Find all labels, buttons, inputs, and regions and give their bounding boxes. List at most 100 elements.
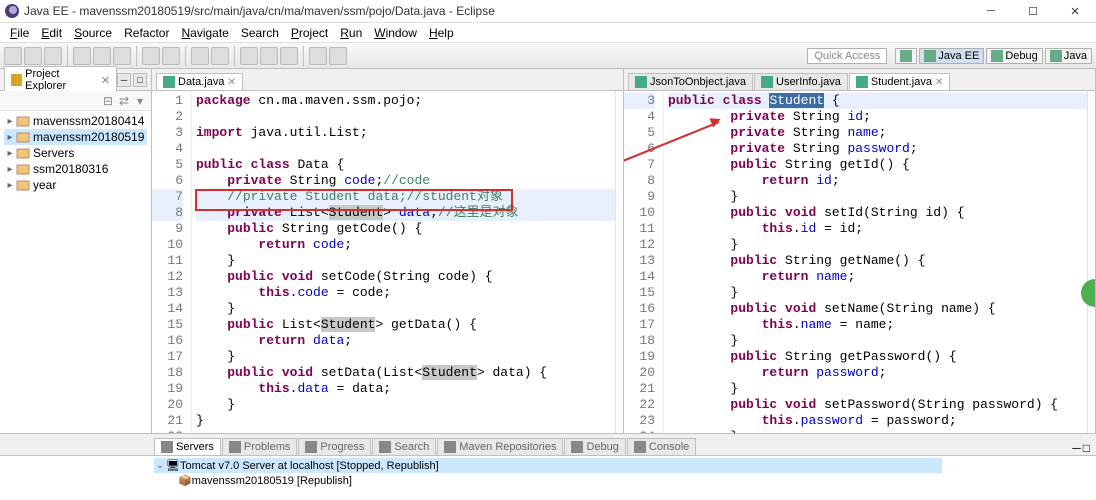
- code-line[interactable]: this.id = id;: [668, 221, 1095, 237]
- menu-navigate[interactable]: Navigate: [175, 26, 234, 40]
- toggle-mark-button[interactable]: [240, 47, 258, 65]
- code-line[interactable]: }: [196, 301, 623, 317]
- maximize-button[interactable]: ☐: [1016, 1, 1050, 21]
- project-item-ssm20180316[interactable]: ▸ssm20180316: [4, 161, 147, 177]
- code-line[interactable]: }: [196, 349, 623, 365]
- open-perspective-button[interactable]: [895, 48, 917, 64]
- code-line[interactable]: return password;: [668, 365, 1095, 381]
- minimize-panel-button[interactable]: ─: [1072, 441, 1081, 455]
- code-line[interactable]: public class Student {: [668, 93, 1095, 109]
- bottom-tab-maven-repositories[interactable]: Maven Repositories: [437, 438, 563, 455]
- maximize-panel-button[interactable]: □: [1083, 441, 1090, 455]
- editor-tab-student-java[interactable]: Student.java✕: [849, 73, 951, 90]
- expand-toggle[interactable]: ⌄: [154, 460, 166, 471]
- code-line[interactable]: this.name = name;: [668, 317, 1095, 333]
- project-item-mavenssm20180519[interactable]: ▸mavenssm20180519: [4, 129, 147, 145]
- code-line[interactable]: }: [196, 413, 623, 429]
- perspective-debug[interactable]: Debug: [986, 48, 1042, 64]
- code-line[interactable]: }: [668, 333, 1095, 349]
- quick-access-input[interactable]: Quick Access: [807, 48, 887, 64]
- back-button[interactable]: [309, 47, 327, 65]
- new-class-button[interactable]: [162, 47, 180, 65]
- code-line[interactable]: public String getName() {: [668, 253, 1095, 269]
- code-line[interactable]: public void setName(String name) {: [668, 301, 1095, 317]
- code-line[interactable]: }: [668, 237, 1095, 253]
- view-menu-button[interactable]: ▾: [133, 94, 147, 108]
- code-line[interactable]: [196, 429, 623, 433]
- editor-tab-userinfo-java[interactable]: UserInfo.java: [754, 73, 848, 90]
- new-button[interactable]: [4, 47, 22, 65]
- code-line[interactable]: [196, 109, 623, 125]
- run-button[interactable]: [93, 47, 111, 65]
- search-button[interactable]: [211, 47, 229, 65]
- menu-project[interactable]: Project: [285, 26, 334, 40]
- close-button[interactable]: ✕: [1058, 1, 1092, 21]
- menu-edit[interactable]: Edit: [35, 26, 68, 40]
- open-type-button[interactable]: [191, 47, 209, 65]
- code-line[interactable]: public class Data {: [196, 157, 623, 173]
- code-line[interactable]: }: [668, 189, 1095, 205]
- menu-source[interactable]: Source: [68, 26, 118, 40]
- editor-tab-data-java[interactable]: Data.java ✕: [156, 73, 243, 90]
- close-tab-icon[interactable]: ✕: [935, 77, 943, 88]
- code-line[interactable]: }: [668, 429, 1095, 433]
- save-all-button[interactable]: [44, 47, 62, 65]
- bottom-tab-console[interactable]: Console: [627, 438, 696, 455]
- project-item-mavenssm20180414[interactable]: ▸mavenssm20180414: [4, 113, 147, 129]
- menu-refactor[interactable]: Refactor: [118, 26, 175, 40]
- code-line[interactable]: private String name;: [668, 125, 1095, 141]
- right-code-area[interactable]: 3456789101112131415161718192021222324 pu…: [624, 91, 1095, 433]
- code-line[interactable]: public String getId() {: [668, 157, 1095, 173]
- project-item-servers[interactable]: ▸Servers: [4, 145, 147, 161]
- code-line[interactable]: this.password = password;: [668, 413, 1095, 429]
- server-row[interactable]: ⌄ 🖥 Tomcat v7.0 Server at localhost [Sto…: [154, 458, 942, 473]
- maximize-view-button[interactable]: □: [133, 73, 147, 87]
- code-line[interactable]: return data;: [196, 333, 623, 349]
- close-tab-icon[interactable]: ✕: [227, 77, 235, 88]
- bottom-tab-search[interactable]: Search: [372, 438, 436, 455]
- bottom-tab-debug[interactable]: Debug: [564, 438, 625, 455]
- minimize-view-button[interactable]: ─: [117, 73, 131, 87]
- code-line[interactable]: return name;: [668, 269, 1095, 285]
- debug-button[interactable]: [73, 47, 91, 65]
- overview-ruler[interactable]: [1087, 91, 1095, 433]
- code-line[interactable]: import java.util.List;: [196, 125, 623, 141]
- code-line[interactable]: return id;: [668, 173, 1095, 189]
- code-line[interactable]: }: [668, 381, 1095, 397]
- menu-run[interactable]: Run: [334, 26, 368, 40]
- code-line[interactable]: [196, 141, 623, 157]
- left-code-area[interactable]: 12345678910111213141516171819202122 pack…: [152, 91, 623, 433]
- menu-search[interactable]: Search: [235, 26, 285, 40]
- editor-tab-jsontoonbject-java[interactable]: JsonToOnbject.java: [628, 73, 753, 90]
- bottom-tab-problems[interactable]: Problems: [222, 438, 297, 455]
- code-line[interactable]: public String getPassword() {: [668, 349, 1095, 365]
- server-module-row[interactable]: 📦 mavenssm20180519 [Republish]: [154, 473, 942, 488]
- code-line[interactable]: private String code;//code: [196, 173, 623, 189]
- minimize-button[interactable]: ─: [974, 1, 1008, 21]
- run-last-button[interactable]: [113, 47, 131, 65]
- overview-ruler[interactable]: [615, 91, 623, 433]
- code-line[interactable]: public void setId(String id) {: [668, 205, 1095, 221]
- perspective-java[interactable]: Java: [1045, 48, 1092, 64]
- code-line[interactable]: return code;: [196, 237, 623, 253]
- project-item-year[interactable]: ▸year: [4, 177, 147, 193]
- save-button[interactable]: [24, 47, 42, 65]
- code-line[interactable]: this.code = code;: [196, 285, 623, 301]
- code-line[interactable]: }: [196, 397, 623, 413]
- view-close-icon[interactable]: ✕: [101, 74, 110, 87]
- new-package-button[interactable]: [142, 47, 160, 65]
- code-line[interactable]: public String getCode() {: [196, 221, 623, 237]
- code-line[interactable]: }: [196, 253, 623, 269]
- forward-button[interactable]: [329, 47, 347, 65]
- bottom-tab-servers[interactable]: Servers: [154, 438, 221, 455]
- code-line[interactable]: this.data = data;: [196, 381, 623, 397]
- code-line[interactable]: public void setCode(String code) {: [196, 269, 623, 285]
- code-line[interactable]: public List<Student> getData() {: [196, 317, 623, 333]
- prev-annotation-button[interactable]: [280, 47, 298, 65]
- menu-window[interactable]: Window: [368, 26, 423, 40]
- menu-file[interactable]: File: [4, 26, 35, 40]
- menu-help[interactable]: Help: [423, 26, 460, 40]
- code-line[interactable]: public void setPassword(String password)…: [668, 397, 1095, 413]
- code-line[interactable]: private String id;: [668, 109, 1095, 125]
- bottom-tab-progress[interactable]: Progress: [298, 438, 371, 455]
